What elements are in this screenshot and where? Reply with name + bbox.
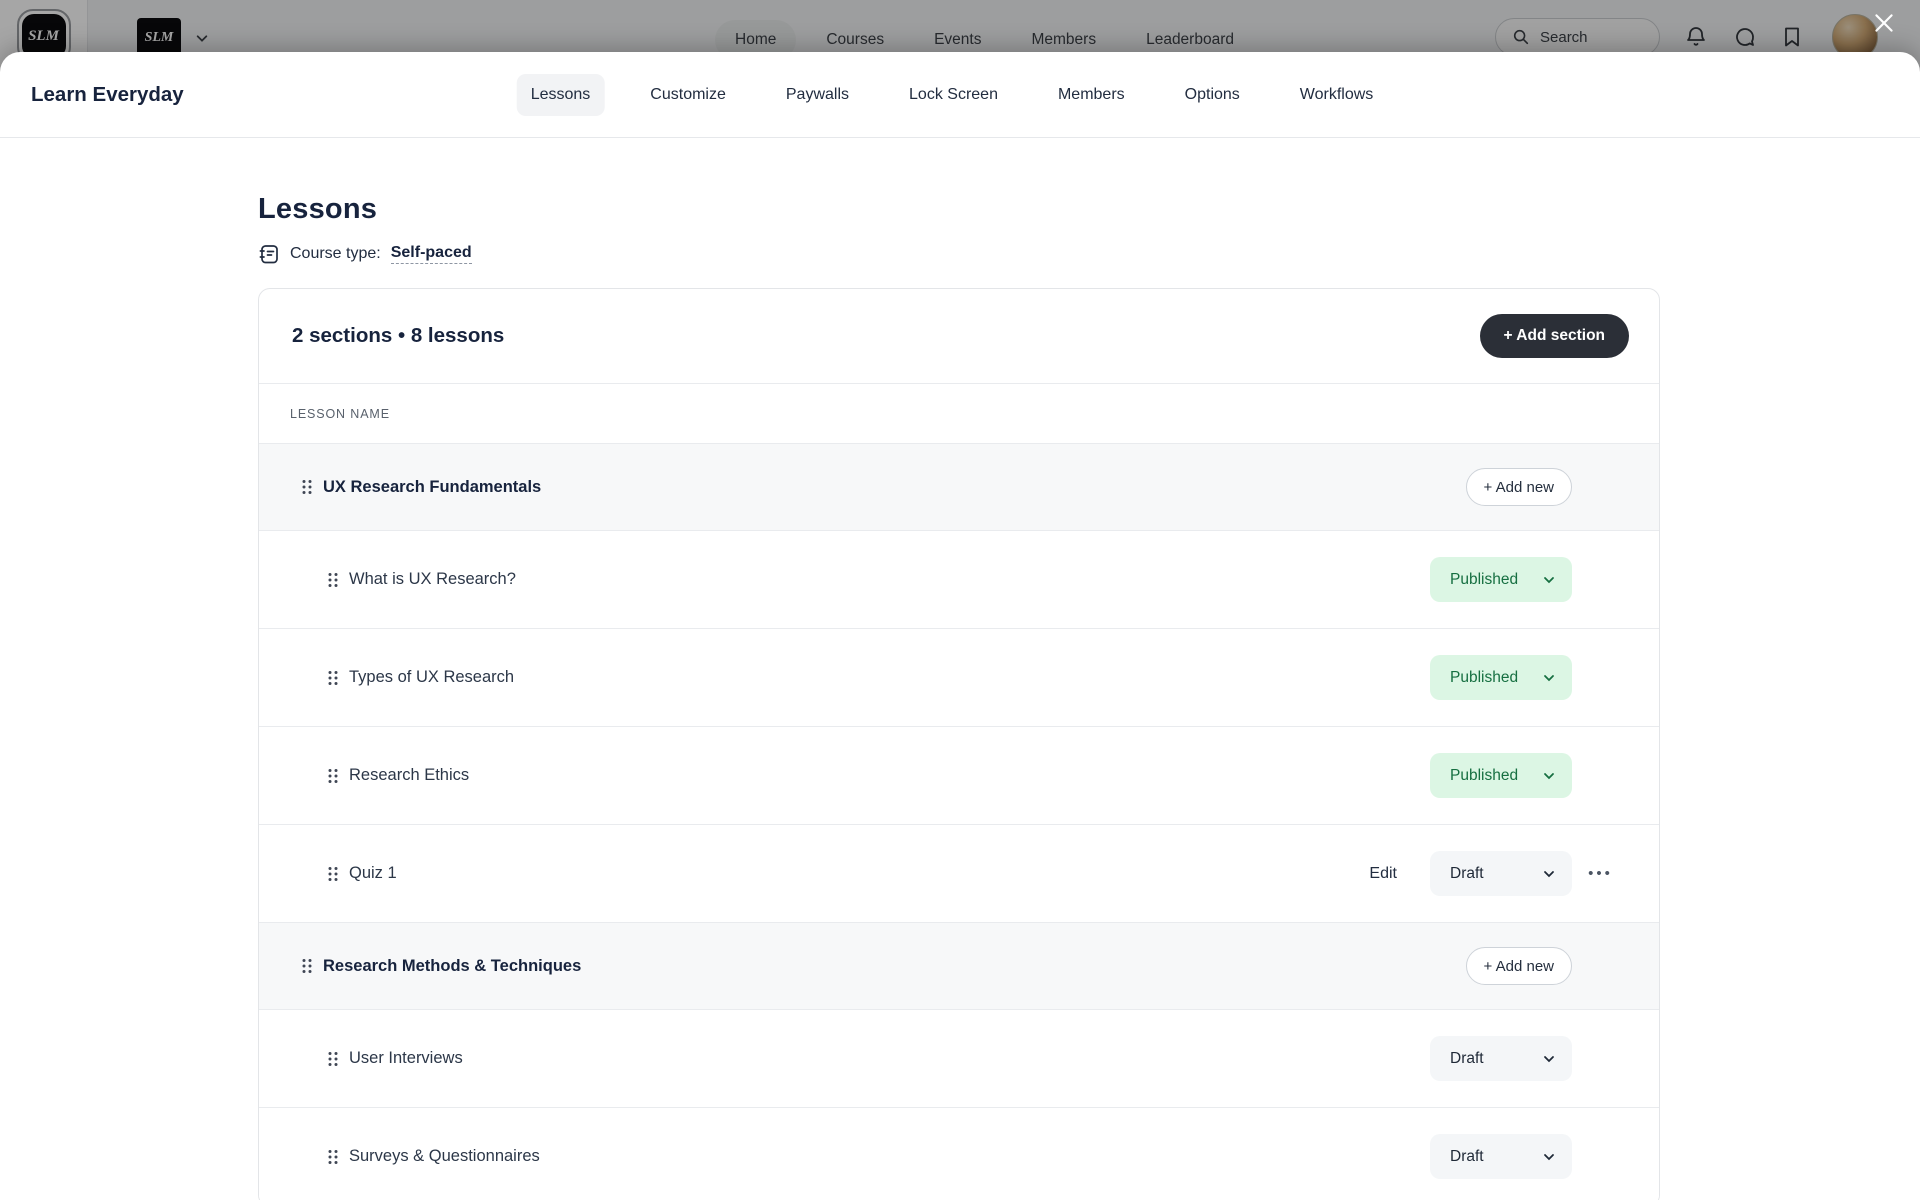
section-row: UX Research Fundamentals + Add new bbox=[259, 444, 1659, 531]
lesson-row: Research Ethics Published bbox=[259, 727, 1659, 825]
edit-link[interactable]: Edit bbox=[1369, 865, 1397, 883]
lesson-row: Types of UX Research Published bbox=[259, 629, 1659, 727]
drag-handle-icon[interactable] bbox=[327, 670, 339, 686]
status-label: Published bbox=[1450, 767, 1518, 785]
section-row: Research Methods & Techniques + Add new bbox=[259, 923, 1659, 1010]
more-menu-icon[interactable]: ••• bbox=[1588, 866, 1613, 881]
tab-workflows[interactable]: Workflows bbox=[1286, 74, 1388, 116]
lesson-title: Quiz 1 bbox=[349, 864, 397, 883]
course-admin-modal: Learn Everyday LessonsCustomizePaywallsL… bbox=[0, 52, 1920, 1200]
status-label: Draft bbox=[1450, 865, 1484, 883]
drag-handle-icon[interactable] bbox=[327, 572, 339, 588]
add-section-button[interactable]: + Add section bbox=[1480, 314, 1629, 358]
status-dropdown[interactable]: Draft bbox=[1430, 1036, 1572, 1081]
section-title: UX Research Fundamentals bbox=[323, 478, 541, 497]
lessons-page: Lessons Course type: Self-paced 2 sectio… bbox=[0, 138, 1920, 1200]
status-dropdown[interactable]: Published bbox=[1430, 655, 1572, 700]
sections-lessons-summary: 2 sections • 8 lessons bbox=[292, 324, 504, 348]
status-dropdown[interactable]: Draft bbox=[1430, 1134, 1572, 1179]
lessons-table: UX Research Fundamentals + Add new What … bbox=[259, 444, 1659, 1200]
drag-handle-icon[interactable] bbox=[327, 1051, 339, 1067]
lessons-card: 2 sections • 8 lessons + Add section LES… bbox=[258, 288, 1660, 1200]
status-label: Draft bbox=[1450, 1148, 1484, 1166]
chevron-down-icon bbox=[1541, 670, 1557, 686]
add-new-button[interactable]: + Add new bbox=[1466, 947, 1572, 985]
chevron-down-icon bbox=[1541, 1051, 1557, 1067]
drag-handle-icon[interactable] bbox=[327, 768, 339, 784]
status-label: Published bbox=[1450, 571, 1518, 589]
drag-handle-icon[interactable] bbox=[327, 1149, 339, 1165]
tab-options[interactable]: Options bbox=[1171, 74, 1254, 116]
tab-lessons[interactable]: Lessons bbox=[517, 74, 605, 116]
tab-members[interactable]: Members bbox=[1044, 74, 1139, 116]
lesson-title: Surveys & Questionnaires bbox=[349, 1147, 540, 1166]
add-new-button[interactable]: + Add new bbox=[1466, 468, 1572, 506]
status-dropdown[interactable]: Draft bbox=[1430, 851, 1572, 896]
drag-handle-icon[interactable] bbox=[301, 958, 313, 974]
page-title: Lessons bbox=[258, 193, 1662, 226]
course-type-value[interactable]: Self-paced bbox=[391, 244, 472, 264]
lesson-title: User Interviews bbox=[349, 1049, 463, 1068]
course-admin-tabs: Lessons Customize Paywalls Lock Screen Membe… bbox=[517, 74, 1388, 116]
column-header-lesson-name: LESSON NAME bbox=[259, 384, 1659, 444]
course-type-row: Course type: Self-paced bbox=[258, 243, 1662, 265]
lesson-row: Quiz 1 Edit Draft ••• bbox=[259, 825, 1659, 923]
tab-lock-screen[interactable]: Lock Screen bbox=[895, 74, 1012, 116]
close-icon[interactable] bbox=[1871, 10, 1897, 36]
tab-paywalls[interactable]: Paywalls bbox=[772, 74, 863, 116]
section-title: Research Methods & Techniques bbox=[323, 957, 581, 976]
status-dropdown[interactable]: Published bbox=[1430, 557, 1572, 602]
drag-handle-icon[interactable] bbox=[301, 479, 313, 495]
lesson-title: What is UX Research? bbox=[349, 570, 516, 589]
status-label: Draft bbox=[1450, 1050, 1484, 1068]
screen: SLM SLM HomeCoursesEventsMembersLeaderbo… bbox=[0, 0, 1920, 1200]
status-label: Published bbox=[1450, 669, 1518, 687]
lesson-title: Research Ethics bbox=[349, 766, 469, 785]
chevron-down-icon bbox=[1541, 572, 1557, 588]
notebook-icon bbox=[258, 243, 280, 265]
lesson-row: Surveys & Questionnaires Draft bbox=[259, 1108, 1659, 1200]
lesson-row: User Interviews Draft bbox=[259, 1010, 1659, 1108]
course-title: Learn Everyday bbox=[31, 83, 184, 107]
lesson-title: Types of UX Research bbox=[349, 668, 514, 687]
modal-header: Learn Everyday LessonsCustomizePaywallsL… bbox=[0, 52, 1920, 138]
course-type-label: Course type: bbox=[290, 245, 381, 263]
chevron-down-icon bbox=[1541, 768, 1557, 784]
status-dropdown[interactable]: Published bbox=[1430, 753, 1572, 798]
lesson-row: What is UX Research? Published bbox=[259, 531, 1659, 629]
chevron-down-icon bbox=[1541, 1149, 1557, 1165]
card-header: 2 sections • 8 lessons + Add section bbox=[259, 289, 1659, 384]
tab-customize[interactable]: Customize bbox=[636, 74, 740, 116]
drag-handle-icon[interactable] bbox=[327, 866, 339, 882]
chevron-down-icon bbox=[1541, 866, 1557, 882]
